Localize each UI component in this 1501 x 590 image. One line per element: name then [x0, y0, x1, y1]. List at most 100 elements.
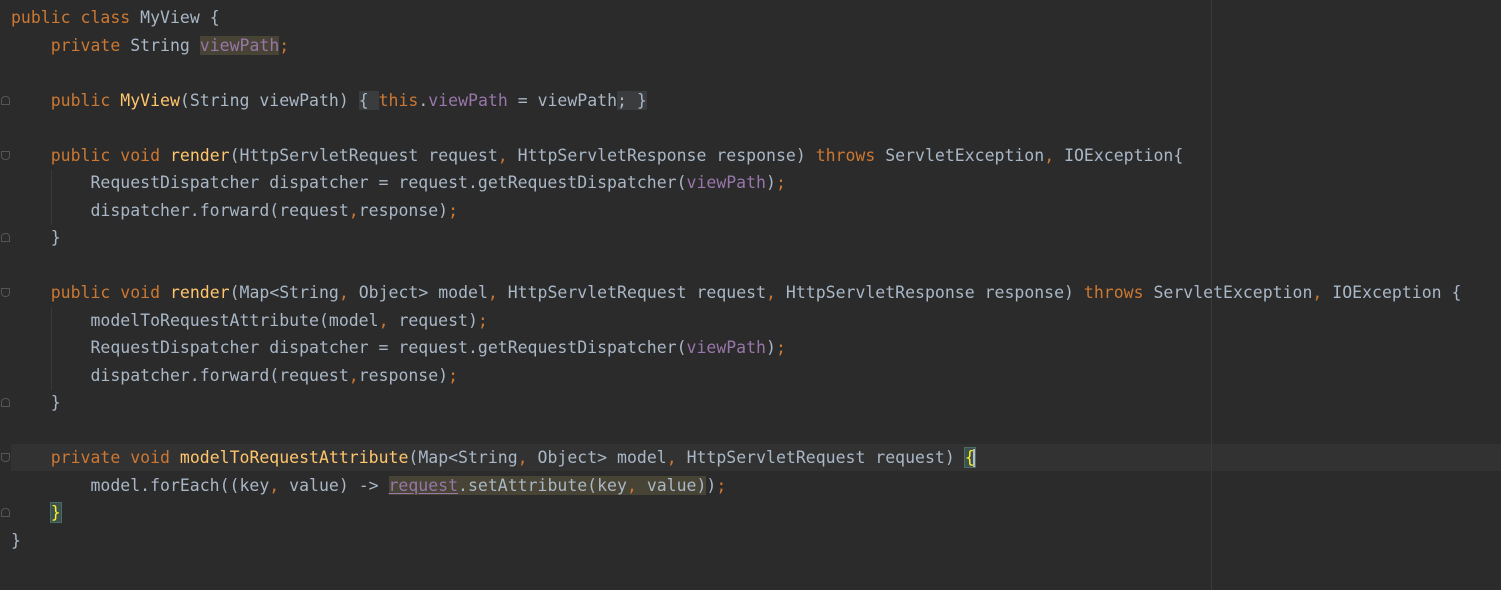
code-line[interactable]: private String viewPath;	[11, 32, 1461, 60]
code-token: ;	[775, 173, 786, 192]
code-token: public	[50, 90, 121, 110]
code-token: Object> model	[537, 448, 667, 467]
code-token: ;	[617, 90, 637, 110]
code-token: }	[11, 530, 21, 550]
code-token: dispatcher.forward(request	[11, 200, 349, 220]
code-token: ;	[279, 35, 290, 55]
code-token: ServletException	[885, 145, 1045, 165]
fold-marker-icon[interactable]	[1, 233, 10, 242]
code-line[interactable]: RequestDispatcher dispatcher = request.g…	[11, 169, 1461, 197]
code-token: throws	[1083, 283, 1154, 302]
code-token: }	[11, 228, 61, 247]
code-token: void	[120, 283, 170, 302]
code-line[interactable]: }	[11, 389, 1461, 417]
fold-marker-icon[interactable]	[1, 398, 10, 407]
fold-marker-icon[interactable]	[1, 288, 10, 297]
code-token: ,	[626, 475, 647, 495]
code-line[interactable]: }	[11, 499, 1461, 527]
code-token: ;	[716, 475, 727, 495]
code-token: )	[766, 338, 776, 357]
code-token: viewPath	[686, 338, 766, 357]
code-line[interactable]: dispatcher.forward(request,response);	[11, 362, 1461, 390]
code-token: value) ->	[289, 475, 389, 495]
code-token: HttpServletResponse response)	[517, 145, 816, 165]
code-token: RequestDispatcher dispatcher = request.g…	[11, 338, 687, 357]
code-line[interactable]	[11, 59, 1461, 87]
code-token: class	[80, 8, 141, 27]
code-token: ;	[477, 310, 488, 330]
code-token: HttpServletResponse response)	[785, 283, 1084, 302]
code-line[interactable]: public class MyView {	[11, 4, 1461, 32]
code-token: ,	[497, 145, 518, 165]
code-token: ,	[1044, 145, 1065, 165]
code-token: response)	[358, 365, 449, 385]
fold-marker-icon[interactable]	[1, 508, 10, 517]
code-token: (Map<String	[408, 448, 518, 467]
code-token: dispatcher.forward(request	[11, 365, 349, 385]
code-token: response)	[358, 200, 449, 220]
code-token: public	[50, 283, 121, 302]
code-line[interactable]: public MyView(String viewPath) { this.vi…	[11, 87, 1461, 115]
code-token: {	[358, 90, 379, 110]
code-line[interactable]: }	[11, 527, 1461, 555]
code-token: IOException{	[1064, 145, 1184, 165]
code-line[interactable]	[11, 114, 1461, 142]
code-token: (HttpServletRequest request	[229, 145, 498, 165]
code-token: = viewPath	[507, 90, 618, 110]
code-token: }	[49, 502, 62, 523]
code-token: )	[706, 475, 717, 495]
code-token: private	[50, 35, 131, 55]
code-token: ;	[448, 200, 459, 220]
code-token: ,	[666, 448, 687, 467]
code-token: modelToRequestAttribute(model	[11, 310, 379, 330]
code-token: modelToRequestAttribute	[179, 448, 409, 467]
code-token: IOException {	[1332, 283, 1462, 302]
code-token: ,	[269, 475, 290, 495]
code-line[interactable]: public void render(HttpServletRequest re…	[11, 142, 1461, 170]
text-caret	[972, 449, 975, 468]
code-line[interactable]: modelToRequestAttribute(model, request);	[11, 307, 1461, 335]
code-token: ,	[348, 200, 359, 220]
code-token: void	[120, 145, 170, 165]
fold-marker-icon[interactable]	[1, 151, 10, 160]
code-line[interactable]: RequestDispatcher dispatcher = request.g…	[11, 334, 1461, 362]
fold-marker-icon[interactable]	[1, 96, 10, 105]
code-token: }	[636, 90, 647, 110]
code-area[interactable]: public class MyView { private String vie…	[11, 4, 1461, 554]
code-token: request)	[398, 310, 478, 330]
code-editor[interactable]: public class MyView { private String vie…	[0, 0, 1501, 590]
code-token: viewPath	[428, 90, 508, 110]
code-line[interactable]: model.forEach((key, value) -> request.se…	[11, 472, 1461, 500]
code-token: MyView	[120, 90, 180, 110]
code-token: HttpServletRequest request)	[686, 448, 965, 467]
code-token: MyView {	[140, 8, 220, 27]
code-line[interactable]	[11, 417, 1461, 445]
code-token: void	[130, 448, 180, 467]
code-token: ;	[775, 338, 786, 357]
code-token: .	[418, 90, 429, 110]
code-token: this	[378, 90, 419, 110]
code-token: String	[130, 35, 200, 55]
fold-marker-icon[interactable]	[1, 453, 10, 462]
code-line[interactable]: private void modelToRequestAttribute(Map…	[11, 444, 1461, 472]
code-token: throws	[815, 145, 886, 165]
code-line[interactable]	[11, 252, 1461, 280]
code-line[interactable]: }	[11, 224, 1461, 252]
code-token: public	[11, 8, 81, 27]
code-token: RequestDispatcher dispatcher = request.g…	[11, 173, 687, 192]
code-token: value)	[646, 475, 707, 495]
code-token: )	[766, 173, 776, 192]
code-line[interactable]: dispatcher.forward(request,response);	[11, 197, 1461, 225]
code-line[interactable]: public void render(Map<String, Object> m…	[11, 279, 1462, 307]
code-token: ,	[766, 283, 786, 302]
code-token: public	[50, 145, 121, 165]
code-token: ,	[338, 283, 359, 302]
code-token: ServletException	[1153, 283, 1313, 302]
code-token: (Map<String	[229, 283, 339, 302]
